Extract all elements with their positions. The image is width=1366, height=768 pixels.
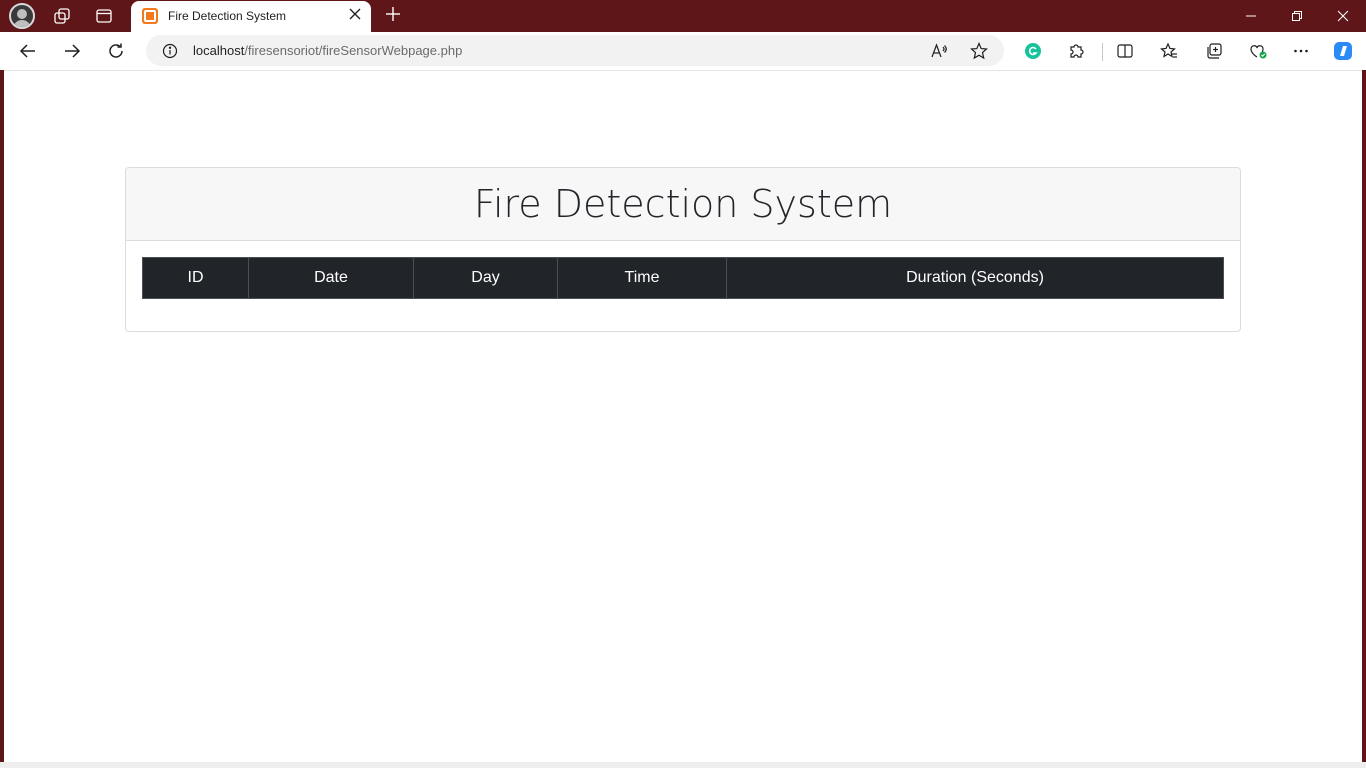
read-aloud-icon[interactable] [930,42,948,60]
page-viewport: Fire Detection System ID Date Day Time D… [4,70,1362,762]
back-arrow-icon[interactable] [12,35,44,67]
column-header-date: Date [248,257,414,299]
copilot-icon[interactable] [1332,40,1354,62]
column-header-duration: Duration (Seconds) [726,257,1224,299]
tab-close-icon[interactable] [345,6,365,26]
table-header-row: ID Date Day Time Duration (Seconds) [142,257,1224,299]
fire-detection-card: Fire Detection System ID Date Day Time D… [125,167,1241,332]
tab-title: Fire Detection System [168,9,287,23]
browser-titlebar: Fire Detection System [0,0,1366,32]
browser-essentials-icon[interactable] [1247,40,1269,62]
favorite-star-icon[interactable] [970,42,988,60]
favorites-icon[interactable] [1158,40,1180,62]
address-bar[interactable]: localhost/firesensoriot/fireSensorWebpag… [146,35,1004,66]
restore-icon[interactable] [1274,0,1320,32]
tab-fire-detection-system[interactable]: Fire Detection System [131,1,371,32]
minimize-icon[interactable] [1228,0,1274,32]
toolbar-divider [1102,43,1103,61]
collections-icon[interactable] [1203,40,1225,62]
column-header-day: Day [413,257,558,299]
site-info-icon[interactable] [162,43,178,59]
column-header-time: Time [557,257,727,299]
split-screen-icon[interactable] [1114,40,1136,62]
tab-actions-icon[interactable] [90,4,118,28]
fire-events-table: ID Date Day Time Duration (Seconds) [142,257,1224,299]
browser-toolbar: localhost/firesensoriot/fireSensorWebpag… [0,32,1366,70]
profile-avatar-icon[interactable] [9,3,35,29]
url-path: /firesensoriot/fireSensorWebpage.php [244,43,463,58]
close-window-icon[interactable] [1320,0,1366,32]
card-header: Fire Detection System [126,168,1240,241]
grammarly-extension-icon[interactable] [1022,40,1044,62]
column-header-id: ID [142,257,249,299]
forward-arrow-icon[interactable] [56,35,88,67]
window-bottom-edge [0,762,1366,768]
more-options-icon[interactable] [1290,40,1312,62]
url-text[interactable]: localhost/firesensoriot/fireSensorWebpag… [193,43,462,58]
page-title: Fire Detection System [473,182,893,226]
xampp-favicon-icon [142,8,158,24]
workspaces-icon[interactable] [48,4,76,28]
new-tab-button[interactable] [380,3,406,29]
extensions-puzzle-icon[interactable] [1066,40,1088,62]
refresh-icon[interactable] [100,35,132,67]
url-host: localhost [193,43,245,58]
